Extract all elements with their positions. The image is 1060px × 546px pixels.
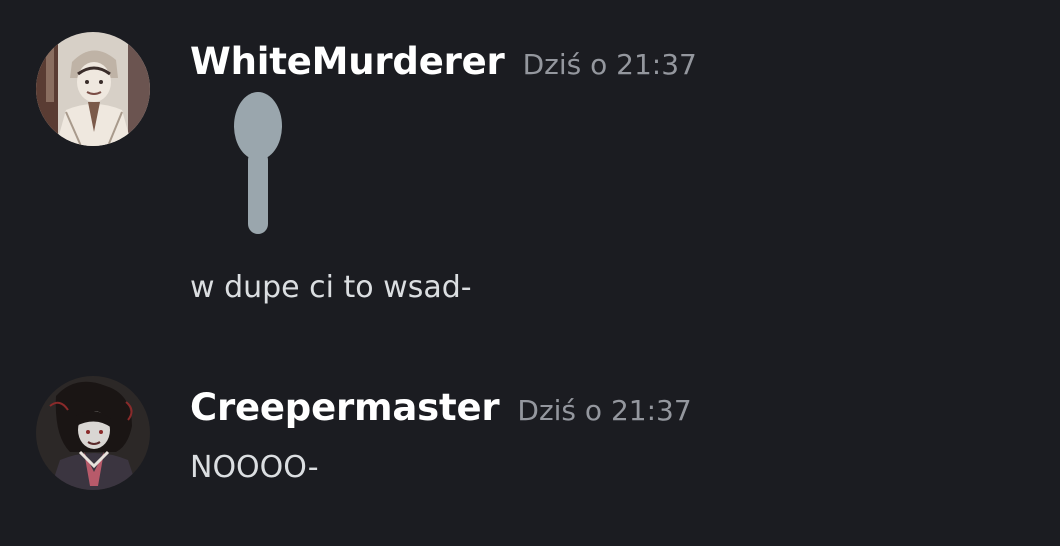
avatar-portrait-icon bbox=[36, 32, 150, 146]
timestamp[interactable]: Dziś o 21:37 bbox=[523, 48, 697, 81]
message-text: w dupe ci to wsad- bbox=[190, 270, 472, 305]
message-header: Creepermaster Dziś o 21:37 bbox=[190, 386, 692, 429]
message-header: WhiteMurderer Dziś o 21:37 bbox=[190, 40, 697, 83]
message-text: NOOOO- bbox=[190, 450, 319, 485]
username[interactable]: WhiteMurderer bbox=[190, 40, 505, 83]
username[interactable]: Creepermaster bbox=[190, 386, 500, 429]
avatar-portrait-icon bbox=[36, 376, 150, 490]
message-whitemurderer: WhiteMurderer Dziś o 21:37 w dupe ci to w… bbox=[0, 0, 1060, 340]
message-creepermaster: Creepermaster Dziś o 21:37 NOOOO- bbox=[0, 360, 1060, 510]
user-avatar-whitemurderer[interactable] bbox=[36, 32, 150, 146]
timestamp[interactable]: Dziś o 21:37 bbox=[517, 394, 691, 427]
user-avatar-creepermaster[interactable] bbox=[36, 376, 150, 490]
spoon-icon[interactable] bbox=[230, 92, 286, 236]
